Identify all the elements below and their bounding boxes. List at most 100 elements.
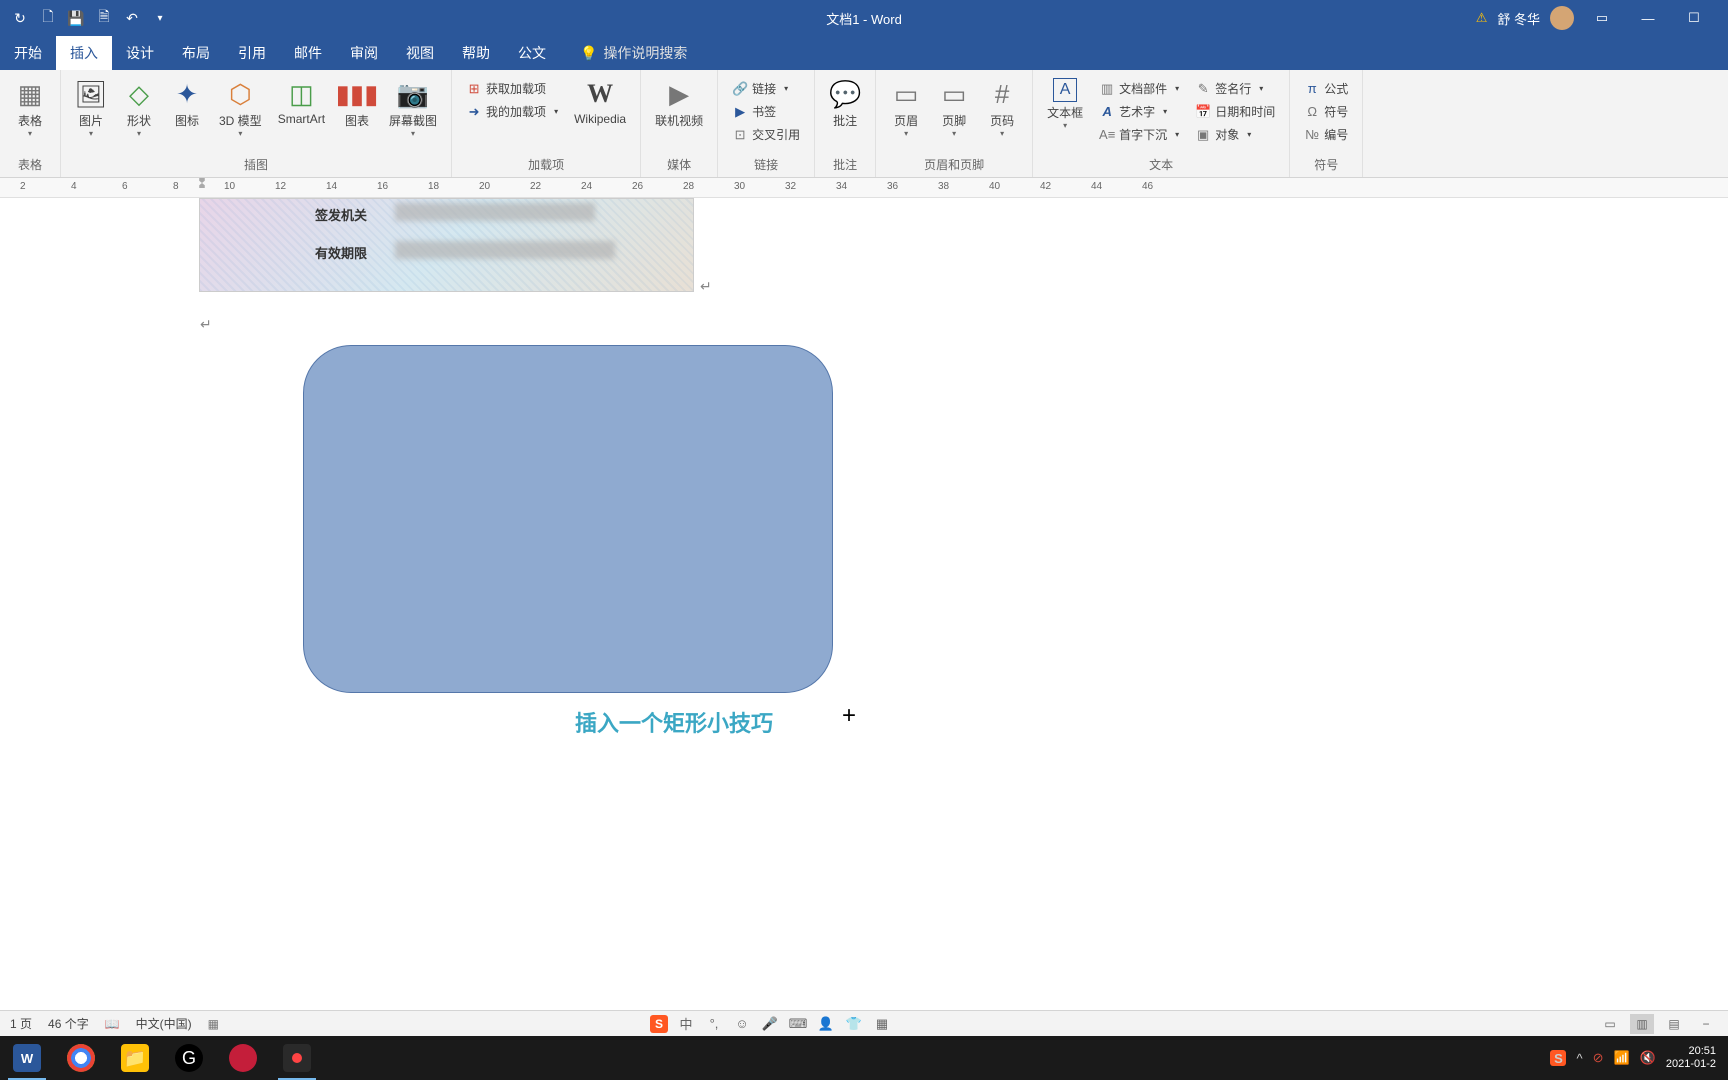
group-label-headerfooter: 页眉和页脚 xyxy=(876,154,1032,177)
page-indicator[interactable]: 1 页 xyxy=(10,1015,32,1032)
document-canvas[interactable]: 签发机关 有效期限 ↵ ↵ + 插入一个矩形小技巧 xyxy=(0,198,1728,968)
shapes-button[interactable]: ◇形状▾ xyxy=(117,74,161,142)
id-card-image[interactable]: 签发机关 有效期限 xyxy=(199,198,694,292)
tab-layout[interactable]: 布局 xyxy=(168,36,224,70)
tab-insert[interactable]: 插入 xyxy=(56,36,112,70)
smartart-icon: ◫ xyxy=(285,78,317,110)
sogou-icon[interactable]: S xyxy=(650,1015,668,1033)
taskbar-explorer[interactable]: 📁 xyxy=(108,1036,162,1080)
video-caption: 插入一个矩形小技巧 xyxy=(575,706,773,738)
ime-punct-icon[interactable]: °, xyxy=(704,1014,724,1034)
object-icon: ▣ xyxy=(1195,127,1211,143)
macro-icon[interactable]: ▦ xyxy=(208,1017,219,1031)
titlebar: ↻ 🗋 💾 🗎 ↶ ▾ 文档1 - Word ⚠ 舒 冬华 ▭ — ☐ xyxy=(0,0,1728,36)
print-preview-icon[interactable]: 🗎 xyxy=(96,10,112,26)
quickparts-button[interactable]: ▥文档部件▾ xyxy=(1099,78,1179,99)
ime-lang-label[interactable]: 中 xyxy=(676,1014,696,1034)
minimize-icon[interactable]: — xyxy=(1630,0,1666,36)
taskbar-red[interactable] xyxy=(216,1036,270,1080)
idcard-label-validity: 有效期限 xyxy=(315,243,367,262)
screenshot-button[interactable]: 📷屏幕截图▾ xyxy=(383,74,443,142)
avatar[interactable] xyxy=(1550,6,1574,30)
tab-help[interactable]: 帮助 xyxy=(448,36,504,70)
tray-wifi-icon[interactable]: 📶 xyxy=(1613,1050,1629,1066)
equation-button[interactable]: π公式 xyxy=(1304,78,1348,99)
undo-icon[interactable]: ↶ xyxy=(124,10,140,26)
taskbar-g[interactable]: G xyxy=(162,1036,216,1080)
zoom-out-button[interactable]: − xyxy=(1694,1014,1718,1034)
ime-mic-icon[interactable]: 🎤 xyxy=(760,1014,780,1034)
taskbar-word[interactable]: W xyxy=(0,1036,54,1080)
table-button[interactable]: ▦ 表格 ▾ xyxy=(8,74,52,142)
header-button[interactable]: ▭页眉▾ xyxy=(884,74,928,142)
footer-icon: ▭ xyxy=(938,78,970,110)
new-doc-icon[interactable]: 🗋 xyxy=(40,10,56,26)
ribbon: ▦ 表格 ▾ 表格 🖼图片▾ ◇形状▾ ✦图标 ⬡3D 模型▾ ◫SmartAr… xyxy=(0,70,1728,178)
get-addins-button[interactable]: ⊞获取加载项 xyxy=(466,78,558,99)
bookmark-button[interactable]: ▶书签 xyxy=(732,101,800,122)
icons-icon: ✦ xyxy=(171,78,203,110)
group-label-illustrations: 插图 xyxy=(61,154,451,177)
object-button[interactable]: ▣对象▾ xyxy=(1195,124,1275,145)
save-icon[interactable]: 💾 xyxy=(68,10,84,26)
ime-grid-icon[interactable]: ▦ xyxy=(872,1014,892,1034)
print-layout-button[interactable]: ▥ xyxy=(1630,1014,1654,1034)
spell-check-icon[interactable]: 📖 xyxy=(105,1017,120,1031)
tell-me-search[interactable]: 💡 操作说明搜索 xyxy=(560,36,687,70)
picture-button[interactable]: 🖼图片▾ xyxy=(69,74,113,142)
tab-design[interactable]: 设计 xyxy=(112,36,168,70)
taskbar-recorder[interactable] xyxy=(270,1036,324,1080)
horizontal-ruler[interactable]: 2468101214161820222426283032343638404244… xyxy=(0,178,1728,198)
chart-button[interactable]: ▮▮▮图表 xyxy=(335,74,379,133)
idcard-blur-1 xyxy=(395,203,595,221)
ime-emoji-icon[interactable]: ☺ xyxy=(732,1014,752,1034)
tray-sogou-icon[interactable]: S xyxy=(1550,1050,1566,1066)
ime-keyboard-icon[interactable]: ⌨ xyxy=(788,1014,808,1034)
tab-mail[interactable]: 邮件 xyxy=(280,36,336,70)
link-button[interactable]: 🔗链接▾ xyxy=(732,78,800,99)
rounded-rectangle-shape[interactable] xyxy=(303,345,833,693)
tray-block-icon[interactable]: ⊘ xyxy=(1593,1050,1604,1066)
my-addins-button[interactable]: ➜我的加载项▾ xyxy=(466,101,558,122)
qat-more-icon[interactable]: ▾ xyxy=(152,10,168,26)
smartart-button[interactable]: ◫SmartArt xyxy=(272,74,331,130)
ribbon-options-icon[interactable]: ▭ xyxy=(1584,0,1620,36)
comment-button[interactable]: 💬批注 xyxy=(823,74,867,133)
online-video-button[interactable]: ▶联机视频 xyxy=(649,74,709,133)
crossref-button[interactable]: ⊡交叉引用 xyxy=(732,124,800,145)
icons-button[interactable]: ✦图标 xyxy=(165,74,209,133)
signature-button[interactable]: ✎签名行▾ xyxy=(1195,78,1275,99)
pagenum-button[interactable]: #页码▾ xyxy=(980,74,1024,142)
indent-marker-icon[interactable] xyxy=(197,178,207,188)
word-count[interactable]: 46 个字 xyxy=(48,1015,89,1032)
tab-review[interactable]: 审阅 xyxy=(336,36,392,70)
tray-up-icon[interactable]: ^ xyxy=(1576,1051,1582,1066)
tray-volume-icon[interactable]: 🔇 xyxy=(1640,1050,1656,1066)
web-layout-button[interactable]: ▤ xyxy=(1662,1014,1686,1034)
tab-view[interactable]: 视图 xyxy=(392,36,448,70)
read-mode-button[interactable]: ▭ xyxy=(1598,1014,1622,1034)
tray-clock[interactable]: 20:51 2021-01-2 xyxy=(1666,1045,1716,1071)
tab-references[interactable]: 引用 xyxy=(224,36,280,70)
idcard-label-issuer: 签发机关 xyxy=(315,205,367,224)
wordart-button[interactable]: A艺术字▾ xyxy=(1099,101,1179,122)
dropcap-button[interactable]: A≡首字下沉▾ xyxy=(1099,124,1179,145)
ime-person-icon[interactable]: 👤 xyxy=(816,1014,836,1034)
addins-icon: ➜ xyxy=(466,104,482,120)
symbol-button[interactable]: Ω符号 xyxy=(1304,101,1348,122)
warning-icon[interactable]: ⚠ xyxy=(1476,10,1488,26)
taskbar-chrome[interactable] xyxy=(54,1036,108,1080)
datetime-button[interactable]: 📅日期和时间 xyxy=(1195,101,1275,122)
tab-gongwen[interactable]: 公文 xyxy=(504,36,560,70)
tab-home[interactable]: 开始 xyxy=(0,36,56,70)
footer-button[interactable]: ▭页脚▾ xyxy=(932,74,976,142)
ime-shirt-icon[interactable]: 👕 xyxy=(844,1014,864,1034)
parts-icon: ▥ xyxy=(1099,81,1115,97)
maximize-icon[interactable]: ☐ xyxy=(1676,0,1712,36)
3dmodel-button[interactable]: ⬡3D 模型▾ xyxy=(213,74,268,142)
language-indicator[interactable]: 中文(中国) xyxy=(136,1015,192,1032)
autosave-icon[interactable]: ↻ xyxy=(12,10,28,26)
textbox-button[interactable]: A文本框▾ xyxy=(1041,74,1089,134)
number-button[interactable]: №编号 xyxy=(1304,124,1348,145)
wikipedia-button[interactable]: WWikipedia xyxy=(568,74,632,130)
